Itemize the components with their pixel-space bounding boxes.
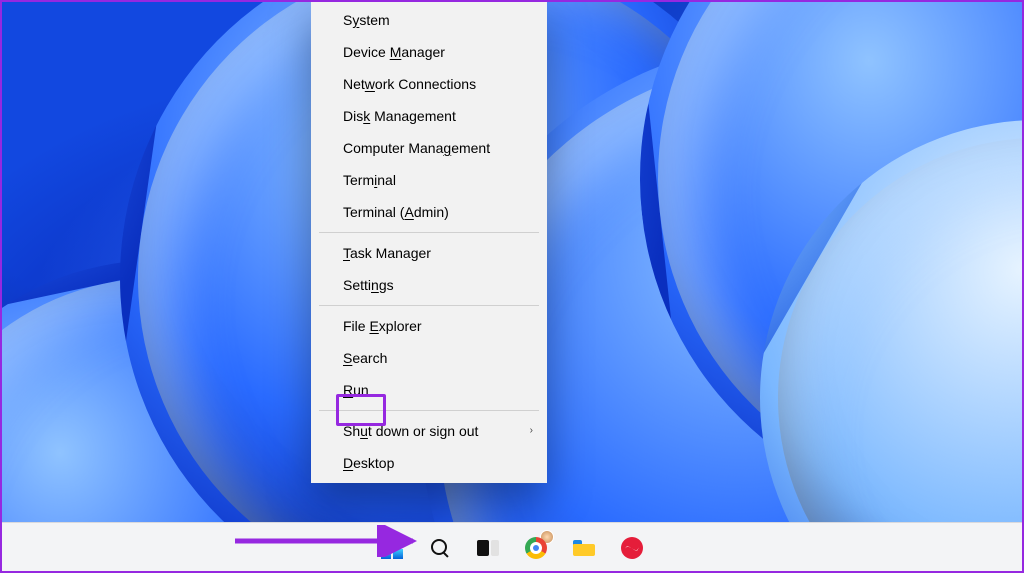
winx-item-settings[interactable]: Settings <box>311 269 547 301</box>
winx-item-device-manager[interactable]: Device Manager <box>311 36 547 68</box>
menu-item-label: System <box>343 12 390 28</box>
menu-separator <box>319 232 539 233</box>
menu-item-label: File Explorer <box>343 318 422 334</box>
menu-separator <box>319 410 539 411</box>
menu-item-label: Desktop <box>343 455 394 471</box>
menu-item-label: Run <box>343 382 369 398</box>
winx-item-desktop[interactable]: Desktop <box>311 447 547 479</box>
menu-item-label: Settings <box>343 277 394 293</box>
start-icon <box>381 537 403 559</box>
menu-item-label: Terminal <box>343 172 396 188</box>
chrome-app[interactable] <box>521 533 551 563</box>
task-view-icon <box>477 540 499 556</box>
winx-item-run[interactable]: Run <box>311 374 547 406</box>
winx-item-disk-mgmt[interactable]: Disk Management <box>311 100 547 132</box>
menu-item-label: Task Manager <box>343 245 431 261</box>
winx-item-terminal-admin[interactable]: Terminal (Admin) <box>311 196 547 228</box>
menu-item-label: Computer Management <box>343 140 490 156</box>
winx-item-computer-mgmt[interactable]: Computer Management <box>311 132 547 164</box>
menu-item-label: Network Connections <box>343 76 476 92</box>
winx-item-task-manager[interactable]: Task Manager <box>311 237 547 269</box>
file-explorer-app[interactable] <box>569 533 599 563</box>
menu-item-label: Search <box>343 350 387 366</box>
winx-item-shutdown[interactable]: Shut down or sign out › <box>311 415 547 447</box>
chrome-icon <box>525 537 547 559</box>
search-icon <box>430 538 450 558</box>
menu-item-label: Device Manager <box>343 44 445 60</box>
winx-menu: System Device Manager Network Connections D… <box>311 0 547 483</box>
winx-item-search[interactable]: Search <box>311 342 547 374</box>
winx-item-terminal[interactable]: Terminal <box>311 164 547 196</box>
search-button[interactable] <box>425 533 455 563</box>
menu-item-label: Disk Management <box>343 108 456 124</box>
taskbar <box>0 522 1024 573</box>
red-app-icon <box>621 537 643 559</box>
red-app[interactable] <box>617 533 647 563</box>
menu-item-label: Shut down or sign out <box>343 423 478 439</box>
start-button[interactable] <box>377 533 407 563</box>
task-view-button[interactable] <box>473 533 503 563</box>
winx-item-system[interactable]: System <box>311 4 547 36</box>
winx-item-file-explorer[interactable]: File Explorer <box>311 310 547 342</box>
menu-separator <box>319 305 539 306</box>
menu-item-label: Terminal (Admin) <box>343 204 449 220</box>
submenu-arrow-icon: › <box>530 415 533 447</box>
winx-item-network[interactable]: Network Connections <box>311 68 547 100</box>
file-explorer-icon <box>573 540 595 556</box>
